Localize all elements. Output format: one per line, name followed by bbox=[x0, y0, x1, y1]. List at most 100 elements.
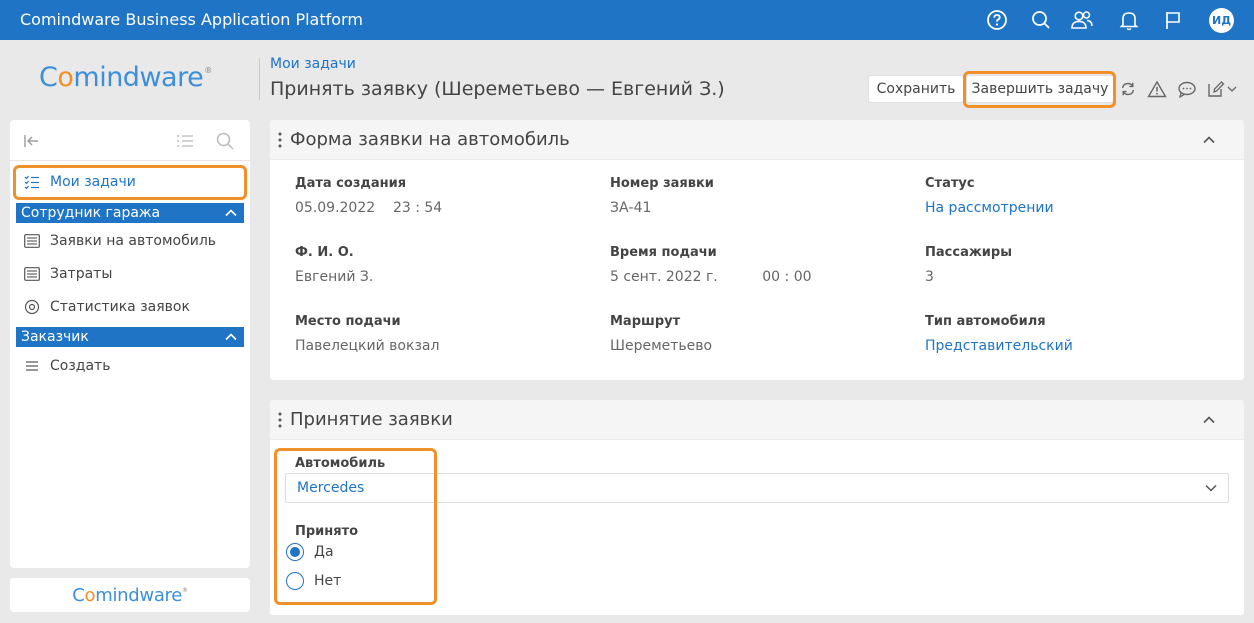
comindware-logo: Comindware® bbox=[39, 62, 212, 93]
logo-text-o: o bbox=[57, 62, 74, 93]
field-request-number: Номер заявки ЗА-41 bbox=[610, 176, 714, 216]
field-pickup-time: Время подачи 5 сент. 2022 г. 00 : 00 bbox=[610, 245, 812, 285]
task-list-icon bbox=[23, 173, 41, 191]
collapse-sidebar-icon[interactable] bbox=[20, 130, 42, 152]
sidebar-divider bbox=[10, 160, 250, 161]
field-value: 5 сент. 2022 г. 00 : 00 bbox=[610, 269, 812, 285]
sidebar-search-icon[interactable] bbox=[214, 130, 236, 152]
edit-menu-icon[interactable] bbox=[1206, 78, 1240, 100]
collapse-panel-icon[interactable] bbox=[1200, 131, 1218, 149]
list-icon bbox=[23, 232, 41, 250]
sidebar-group-garage[interactable]: Сотрудник гаража bbox=[16, 203, 244, 223]
radio-unchecked bbox=[286, 572, 304, 590]
menu-icon bbox=[23, 357, 41, 375]
comindware-logo-small: Comindware® bbox=[72, 585, 188, 606]
sidebar-item-costs[interactable]: Затраты bbox=[20, 261, 246, 287]
sidebar-footer-logo: Comindware® bbox=[10, 578, 250, 612]
chevron-up-icon bbox=[225, 333, 237, 341]
field-label: Пассажиры bbox=[925, 245, 1012, 260]
field-pickup-place: Место подачи Павелецкий вокзал bbox=[295, 314, 439, 354]
avatar[interactable]: ИД bbox=[1209, 8, 1234, 33]
complete-task-button[interactable]: Завершить задачу bbox=[966, 75, 1114, 103]
chevron-up-icon bbox=[225, 209, 237, 217]
drag-handle-icon[interactable] bbox=[278, 412, 282, 428]
panel-title: Принятие заявки bbox=[290, 409, 453, 430]
car-select[interactable]: Mercedes bbox=[285, 473, 1229, 503]
save-button[interactable]: Сохранить bbox=[868, 75, 964, 103]
field-value: Павелецкий вокзал bbox=[295, 338, 440, 354]
list-view-icon[interactable] bbox=[174, 130, 196, 152]
collapse-panel-icon[interactable] bbox=[1200, 411, 1218, 429]
logo-text-a: C bbox=[72, 584, 85, 606]
logo-text-a: C bbox=[39, 62, 58, 93]
app-title: Comindware Business Application Platform bbox=[20, 10, 363, 29]
car-request-form-panel: Форма заявки на автомобиль Дата создания… bbox=[270, 120, 1244, 380]
field-label: Принято bbox=[295, 524, 359, 539]
panel-header: Принятие заявки bbox=[270, 400, 1244, 440]
sidebar-item-label: Статистика заявок bbox=[50, 299, 190, 315]
sidebar-item-car-requests[interactable]: Заявки на автомобиль bbox=[20, 228, 246, 254]
help-icon[interactable] bbox=[985, 8, 1009, 32]
logo-registered: ® bbox=[204, 66, 212, 75]
sidebar-item-statistics[interactable]: Статистика заявок bbox=[20, 294, 246, 320]
users-icon[interactable] bbox=[1070, 8, 1094, 32]
field-label: Маршрут bbox=[610, 314, 681, 329]
bell-icon[interactable] bbox=[1117, 8, 1141, 32]
sidebar-group-customer[interactable]: Заказчик bbox=[16, 327, 244, 347]
field-created-date: Дата создания 05.09.2022 23 : 54 bbox=[295, 176, 442, 216]
sidebar-group-label: Сотрудник гаража bbox=[21, 205, 161, 221]
sidebar-item-label: Создать bbox=[50, 358, 111, 374]
car-type-link[interactable]: Представительский bbox=[925, 338, 1073, 354]
field-value: 3 bbox=[925, 269, 934, 285]
logo-text-o: o bbox=[84, 584, 96, 606]
chevron-down-icon bbox=[1205, 484, 1217, 492]
field-label: Место подачи bbox=[295, 314, 401, 329]
status-link[interactable]: На рассмотрении bbox=[925, 200, 1054, 216]
search-icon[interactable] bbox=[1029, 8, 1053, 32]
sidebar-item-label: Затраты bbox=[50, 266, 113, 282]
comment-icon[interactable] bbox=[1176, 78, 1198, 100]
sidebar-item-my-tasks[interactable]: Мои задачи bbox=[20, 169, 246, 195]
drag-handle-icon[interactable] bbox=[278, 132, 282, 148]
target-icon bbox=[23, 298, 41, 316]
refresh-icon[interactable] bbox=[1117, 78, 1139, 100]
car-select-value: Mercedes bbox=[297, 480, 365, 496]
logo-registered: ® bbox=[182, 586, 188, 594]
car-label: Автомобиль bbox=[295, 456, 385, 471]
radio-label: Да bbox=[314, 544, 334, 560]
panel-header: Форма заявки на автомобиль bbox=[270, 120, 1244, 160]
field-route: Маршрут Шереметьево bbox=[610, 314, 712, 354]
field-label: Ф. И. О. bbox=[295, 245, 354, 260]
panel-title: Форма заявки на автомобиль bbox=[290, 129, 570, 150]
field-label: Дата создания bbox=[295, 176, 407, 191]
field-value: Евгений З. bbox=[295, 269, 374, 285]
radio-yes[interactable]: Да bbox=[286, 543, 334, 561]
flag-icon[interactable] bbox=[1161, 8, 1185, 32]
acceptance-panel: Принятие заявки Автомобиль Mercedes Прин… bbox=[270, 400, 1244, 615]
field-full-name: Ф. И. О. Евгений З. bbox=[295, 245, 373, 285]
field-label: Номер заявки bbox=[610, 176, 714, 191]
radio-label: Нет bbox=[314, 573, 342, 589]
sidebar-item-label: Мои задачи bbox=[50, 174, 136, 190]
logo-text-b: mindware bbox=[73, 62, 204, 93]
logo-text-b: mindware bbox=[95, 584, 183, 606]
warning-icon[interactable] bbox=[1146, 78, 1168, 100]
field-label: Автомобиль bbox=[295, 456, 386, 471]
sidebar-group-label: Заказчик bbox=[21, 329, 89, 345]
accepted-label: Принято bbox=[295, 524, 358, 539]
radio-no[interactable]: Нет bbox=[286, 572, 341, 590]
field-car-type: Тип автомобиля Представительский bbox=[925, 314, 1073, 354]
field-value: 05.09.2022 23 : 54 bbox=[295, 200, 443, 216]
field-passengers: Пассажиры 3 bbox=[925, 245, 1012, 285]
field-value: Шереметьево bbox=[610, 338, 713, 354]
field-label: Статус bbox=[925, 176, 975, 191]
list-icon bbox=[23, 265, 41, 283]
field-label: Тип автомобиля bbox=[925, 314, 1046, 329]
sidebar-item-create[interactable]: Создать bbox=[20, 353, 246, 379]
field-value: ЗА-41 bbox=[610, 200, 652, 216]
breadcrumb[interactable]: Мои задачи bbox=[270, 56, 356, 72]
radio-checked bbox=[286, 543, 304, 561]
header-divider bbox=[259, 58, 260, 100]
page-title: Принять заявку (Шереметьево — Евгений З.… bbox=[270, 78, 725, 100]
field-status: Статус На рассмотрении bbox=[925, 176, 1054, 216]
